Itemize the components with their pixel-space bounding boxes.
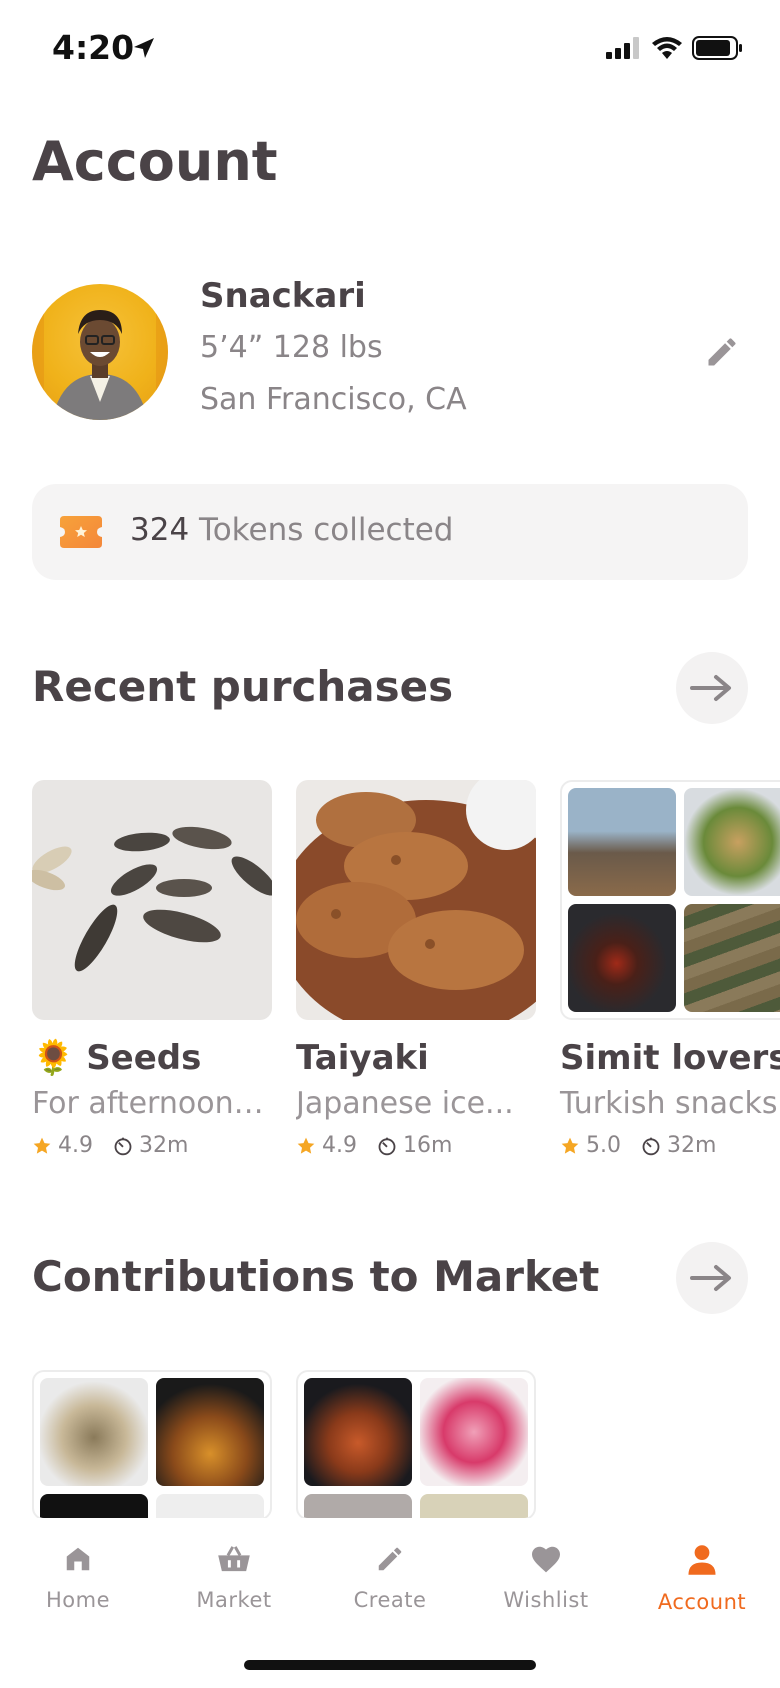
recent-purchases-arrow-button[interactable] (676, 652, 748, 724)
tab-label: Account (657, 1590, 747, 1614)
simit-image-grid (560, 780, 780, 1020)
purchase-card-seeds[interactable]: 🌻 Seeds For afternoon t... 4.9 32m (32, 780, 272, 1158)
tab-label: Market (196, 1588, 272, 1612)
star-icon (297, 1137, 315, 1154)
card-subtitle: Japanese ice... (296, 1086, 514, 1121)
timer-icon (378, 1137, 396, 1155)
wifi-icon (652, 37, 682, 59)
star-icon (33, 1137, 51, 1154)
simit-cart-image (568, 788, 676, 896)
tab-label: Wishlist (503, 1588, 589, 1612)
status-time: 4:20 (52, 28, 135, 67)
heart-icon (532, 1546, 560, 1573)
tab-home[interactable]: Home (0, 1544, 156, 1612)
tab-account[interactable]: Account (624, 1544, 780, 1614)
turkish-tea-image (568, 904, 676, 1012)
tab-create[interactable]: Create (312, 1544, 468, 1612)
location-arrow-icon (134, 38, 154, 58)
card-time: 16m (403, 1133, 453, 1158)
pencil-icon (378, 1547, 402, 1571)
card-rating: 4.9 (58, 1133, 93, 1158)
tokens-card[interactable]: 324 Tokens collected (32, 484, 748, 580)
profile-name: Snackari (200, 276, 366, 316)
jelly-mold-image (420, 1378, 528, 1486)
purchase-card-simit-lovers[interactable]: Simit lovers Turkish snacks 5.0 32m (560, 780, 780, 1158)
seeds-image (32, 780, 272, 1020)
edit-pencil-icon[interactable] (704, 334, 740, 370)
star-icon (561, 1137, 579, 1154)
card-rating: 4.9 (322, 1133, 357, 1158)
timer-icon (642, 1137, 660, 1155)
takoyaki-image (40, 1378, 148, 1486)
timer-icon (114, 1137, 132, 1155)
card-title: Simit lovers (560, 1038, 780, 1078)
arrow-right-icon (690, 675, 731, 701)
card-meta: 5.0 32m (560, 1133, 780, 1158)
food-image (304, 1494, 412, 1518)
contribution-card[interactable] (32, 1370, 272, 1520)
arrow-right-icon (690, 1265, 731, 1291)
card-title-text: Seeds (86, 1038, 202, 1078)
home-icon (66, 1547, 90, 1571)
card-meta: 4.9 32m (32, 1133, 272, 1158)
contributions-arrow-button[interactable] (676, 1242, 748, 1314)
card-subtitle: Turkish snacks (560, 1086, 778, 1121)
sunflower-icon: 🌻 (32, 1038, 75, 1078)
tab-label: Home (45, 1588, 110, 1612)
card-title: Taiyaki (296, 1038, 429, 1078)
card-meta: 4.9 16m (296, 1133, 536, 1158)
card-title: 🌻 Seeds (32, 1038, 272, 1078)
person-icon (688, 1545, 716, 1575)
tab-market[interactable]: Market (156, 1544, 312, 1612)
simit-sandwich-image (684, 788, 780, 896)
food-image (40, 1494, 148, 1518)
tab-wishlist[interactable]: Wishlist (468, 1544, 624, 1612)
status-bar: 4:20 (0, 0, 780, 100)
contribution-card[interactable] (296, 1370, 536, 1520)
card-time: 32m (139, 1133, 189, 1158)
card-rating: 5.0 (586, 1133, 621, 1158)
card-subtitle: For afternoon t... (32, 1086, 272, 1121)
takoyaki-pan-image (156, 1378, 264, 1486)
ticket-icon (60, 516, 102, 548)
basket-icon (218, 1546, 250, 1572)
turkish-sweets-image (684, 904, 780, 1012)
food-image (420, 1494, 528, 1518)
tokens-count: 324 (130, 512, 190, 548)
home-indicator (244, 1660, 536, 1670)
battery-icon (692, 36, 742, 60)
taiyaki-image (296, 780, 536, 1020)
jelly-cubes-image (304, 1378, 412, 1486)
tokens-label: Tokens collected (189, 512, 454, 548)
tokens-text: 324 Tokens collected (130, 512, 454, 548)
card-time: 32m (667, 1133, 717, 1158)
purchase-card-taiyaki[interactable]: Taiyaki Japanese ice... 4.9 16m (296, 780, 536, 1158)
recent-purchases-heading: Recent purchases (32, 662, 454, 711)
food-image (156, 1494, 264, 1518)
page-title: Account (32, 130, 278, 193)
avatar[interactable] (32, 284, 168, 420)
cellular-signal-icon (606, 37, 639, 59)
profile-stats: 5’4” 128 lbs (200, 330, 383, 365)
tab-label: Create (353, 1588, 427, 1612)
profile-location: San Francisco, CA (200, 382, 467, 417)
contributions-heading: Contributions to Market (32, 1252, 600, 1301)
